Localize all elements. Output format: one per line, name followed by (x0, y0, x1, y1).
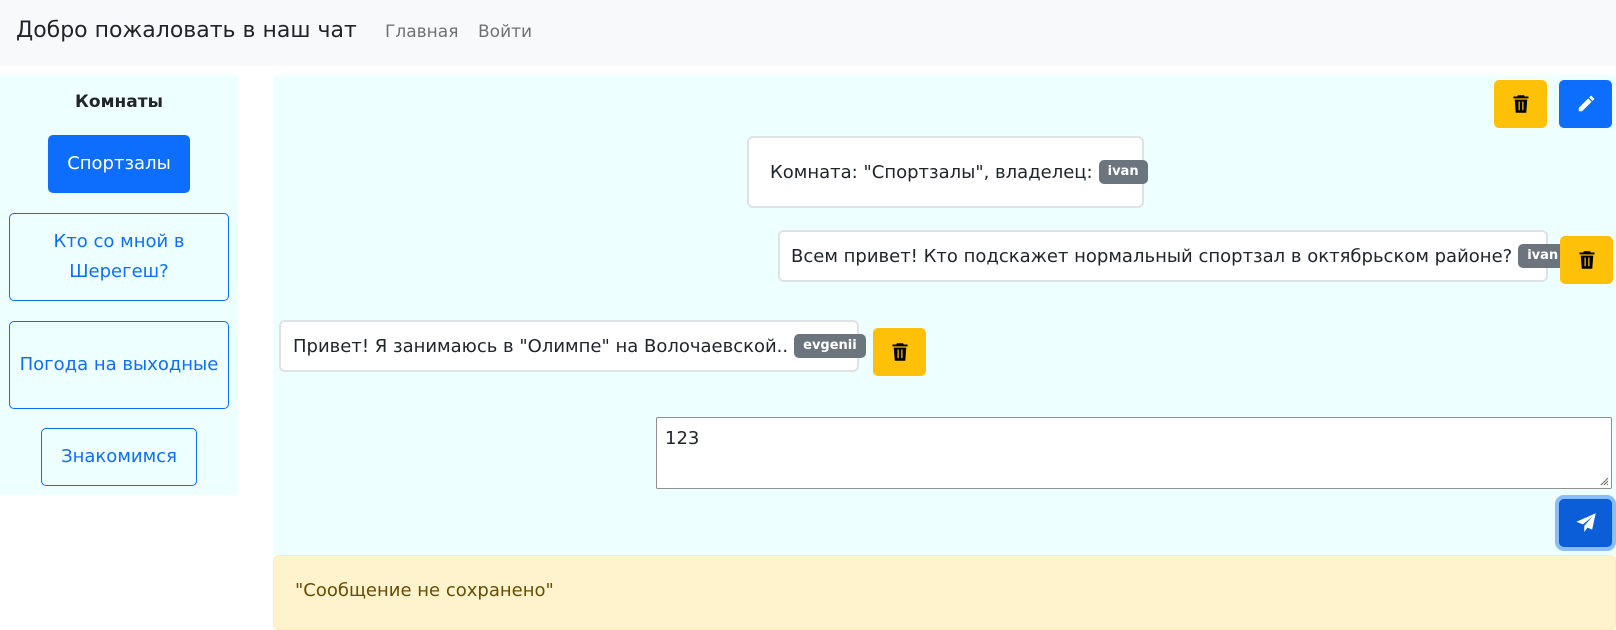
author-badge: evgenii (794, 334, 866, 358)
message-card: Привет! Я занимаюсь в "Олимпе" на Волоча… (279, 320, 866, 372)
room-button-sheregesh[interactable]: Кто со мной в Шерегеш? (9, 213, 229, 301)
room-info-text: Комната: "Спортзалы", владелец: (770, 161, 1093, 183)
trash-icon (1579, 251, 1594, 269)
send-button[interactable] (1559, 499, 1612, 547)
sidebar-title: Комнаты (75, 92, 163, 112)
nav-link-home[interactable]: Главная (385, 22, 458, 42)
brand-title[interactable]: Добро пожаловать в наш чат (16, 18, 357, 43)
room-info-card: Комната: "Спортзалы", владелец: ivan (747, 136, 1148, 208)
trash-icon (1513, 95, 1528, 113)
delete-room-button[interactable] (1494, 80, 1547, 128)
send-icon (1575, 513, 1596, 532)
room-button-znakomimsya[interactable]: Знакомимся (41, 428, 197, 486)
room-button-weather[interactable]: Погода на выходные (9, 321, 229, 409)
edit-room-button[interactable] (1559, 80, 1612, 128)
error-alert: "Сообщение не сохранено" (273, 555, 1616, 630)
rooms-sidebar: Комнаты Спортзалы Кто со мной в Шерегеш?… (0, 75, 238, 495)
message-input-value: 123 (665, 428, 700, 449)
delete-message-button[interactable] (873, 328, 926, 376)
room-button-sportzaly[interactable]: Спортзалы (48, 135, 190, 193)
navbar: Добро пожаловать в наш чат Главная Войти (0, 0, 1616, 66)
nav-link-login[interactable]: Войти (478, 22, 532, 42)
pencil-icon (1578, 95, 1594, 112)
trash-icon (892, 343, 907, 361)
owner-badge: ivan (1098, 160, 1148, 184)
message-text: Всем привет! Кто подскажет нормальный сп… (791, 245, 1513, 267)
message-input[interactable]: 123 (656, 417, 1612, 489)
chat-panel: Комната: "Спортзалы", владелец: ivan Все… (273, 75, 1616, 555)
message-text: Привет! Я занимаюсь в "Олимпе" на Волоча… (293, 335, 789, 357)
alert-text: "Сообщение не сохранено" (295, 580, 554, 601)
delete-message-button[interactable] (1560, 236, 1613, 284)
message-card: Всем привет! Кто подскажет нормальный сп… (778, 230, 1568, 282)
resize-grip-icon[interactable] (1599, 476, 1609, 486)
